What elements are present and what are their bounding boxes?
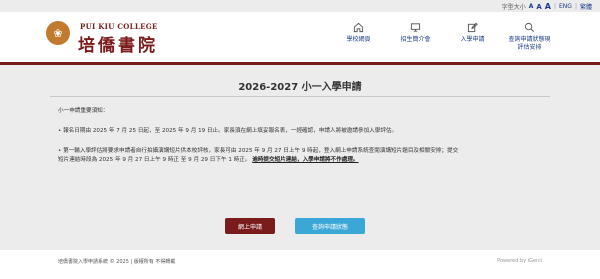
notice-bullet-2-text: 短片連結時段為 2025 年 9 月 27 日上午 9 時正 至 9 月 29 … xyxy=(58,157,251,163)
notice-bullet-2-line-1: • 第一輪入學評估將要求申請者自行拍攝演講短片供本校評核，家長可由 2025 年… xyxy=(58,148,459,154)
nav-label: 入學申請 xyxy=(460,36,485,43)
copyright-text: 培僑書院入學申請系統 © 2025 | 版權所有 不得轉載 xyxy=(58,259,176,265)
school-name-zh: 培僑書院 xyxy=(78,36,158,56)
font-medium-button[interactable]: A xyxy=(536,3,541,11)
school-logo[interactable]: ❀ xyxy=(46,21,70,45)
font-size-label: 字型大小 xyxy=(501,4,526,11)
lang-tc-link[interactable]: 繁體 xyxy=(580,2,592,11)
powered-by-link[interactable]: Powered by iGenii xyxy=(497,258,542,264)
nav-briefing[interactable]: 招生簡介會 xyxy=(387,22,444,52)
main-nav: 學校網頁 招生簡介會 入學申請 查詢申請狀態現 評估安排 xyxy=(330,22,558,52)
notice-bullet-1: • 報名日期由 2025 年 7 月 25 日起，至 2025 年 9 月 19… xyxy=(58,128,398,134)
separator: | xyxy=(553,3,557,10)
top-utility-bar: 字型大小 A A A | ENG | 繁體 xyxy=(0,0,600,12)
title-divider xyxy=(50,96,550,97)
nav-label: 查詢申請狀態現 評估安排 xyxy=(508,36,551,51)
edit-icon xyxy=(467,22,478,33)
page-title: 2026-2027 小一入學申請 xyxy=(238,82,362,93)
nav-school-website[interactable]: 學校網頁 xyxy=(330,22,387,52)
lang-en-link[interactable]: ENG xyxy=(559,3,572,10)
late-submission-link[interactable]: 逾時提交短片連結，入學申請將不作處理。 xyxy=(252,157,358,163)
nav-label: 學校網頁 xyxy=(346,36,371,43)
check-status-button[interactable]: 查詢申請狀態 xyxy=(295,218,365,234)
nav-admission[interactable]: 入學申請 xyxy=(444,22,501,52)
search-icon xyxy=(524,22,534,32)
home-icon xyxy=(353,22,364,33)
header-divider xyxy=(0,62,600,65)
font-small-button[interactable]: A xyxy=(529,3,534,10)
monitor-icon xyxy=(410,23,421,32)
nav-status-query[interactable]: 查詢申請狀態現 評估安排 xyxy=(501,22,558,52)
font-large-button[interactable]: A xyxy=(545,2,551,11)
school-logo-glyph: ❀ xyxy=(53,26,63,40)
nav-label: 招生簡介會 xyxy=(400,36,431,43)
site-footer: 培僑書院入學申請系統 © 2025 | 版權所有 不得轉載 Powered by… xyxy=(0,250,600,279)
site-header: ❀ PUI KIU COLLEGE 培僑書院 學校網頁 招生簡介會 入學申請 查… xyxy=(0,12,600,62)
school-name-en: PUI KIU COLLEGE xyxy=(80,22,158,31)
notice-bullet-2-line-2: 短片連結時段為 2025 年 9 月 27 日上午 9 時正 至 9 月 29 … xyxy=(58,156,558,164)
notice-heading: 小一申請重要須知： xyxy=(58,108,109,114)
apply-online-button[interactable]: 網上申請 xyxy=(225,218,275,234)
separator: | xyxy=(574,3,577,10)
